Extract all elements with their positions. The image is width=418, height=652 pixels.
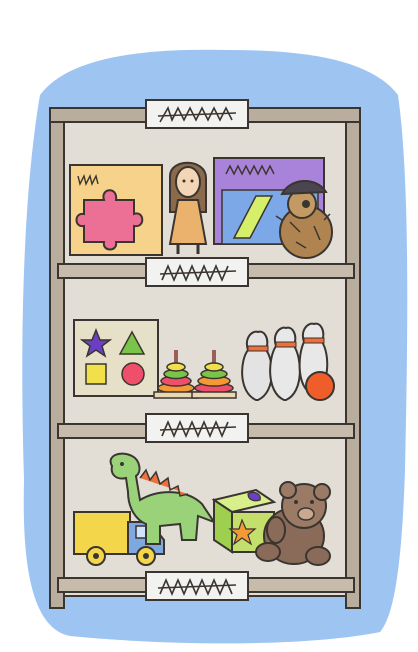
toy-shelf-drawing xyxy=(22,49,408,644)
shelf-right-post xyxy=(345,107,361,609)
toy-shelf-illustration xyxy=(0,0,418,652)
doll xyxy=(168,161,208,254)
shelf-label-3 xyxy=(145,571,249,601)
shelf-label-2 xyxy=(145,413,249,443)
shelf-label-top xyxy=(145,99,249,129)
pirate-teddy xyxy=(275,180,333,259)
bowling-ball xyxy=(305,371,335,401)
shelf-left-post xyxy=(49,107,65,609)
shape-circle xyxy=(121,362,145,386)
shape-square xyxy=(85,363,107,385)
shelf-label-1 xyxy=(145,257,249,287)
puzzle-board xyxy=(69,164,163,256)
shape-sorter xyxy=(73,319,159,397)
puzzle-piece xyxy=(75,189,144,251)
